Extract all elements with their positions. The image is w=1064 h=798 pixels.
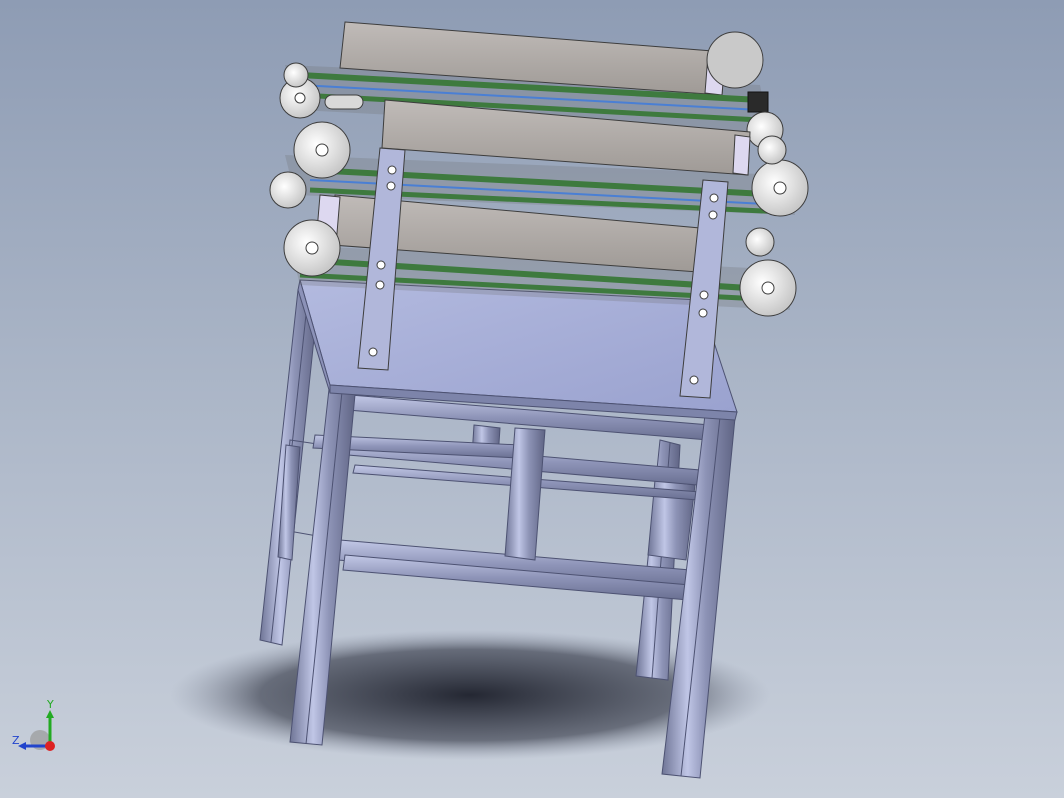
middle-left-guide-pulley[interactable] xyxy=(269,171,307,209)
top-sensor[interactable] xyxy=(747,91,769,113)
top-tension-slot xyxy=(324,94,364,110)
cad-viewport[interactable]: Y Z xyxy=(0,0,1064,798)
y-axis-arrow-icon xyxy=(46,710,54,718)
x-axis-icon xyxy=(45,741,55,751)
axis-triad[interactable]: Y Z xyxy=(10,698,70,758)
top-left-guide-pulley[interactable] xyxy=(283,62,309,88)
bottom-right-guide-pulley[interactable] xyxy=(745,227,775,257)
z-axis-label: Z xyxy=(12,734,20,747)
middle-right-guide-pulley[interactable] xyxy=(757,135,787,165)
assembly-model[interactable] xyxy=(0,0,1064,798)
y-axis-label: Y xyxy=(46,698,54,711)
top-drive-motor[interactable] xyxy=(706,31,764,89)
